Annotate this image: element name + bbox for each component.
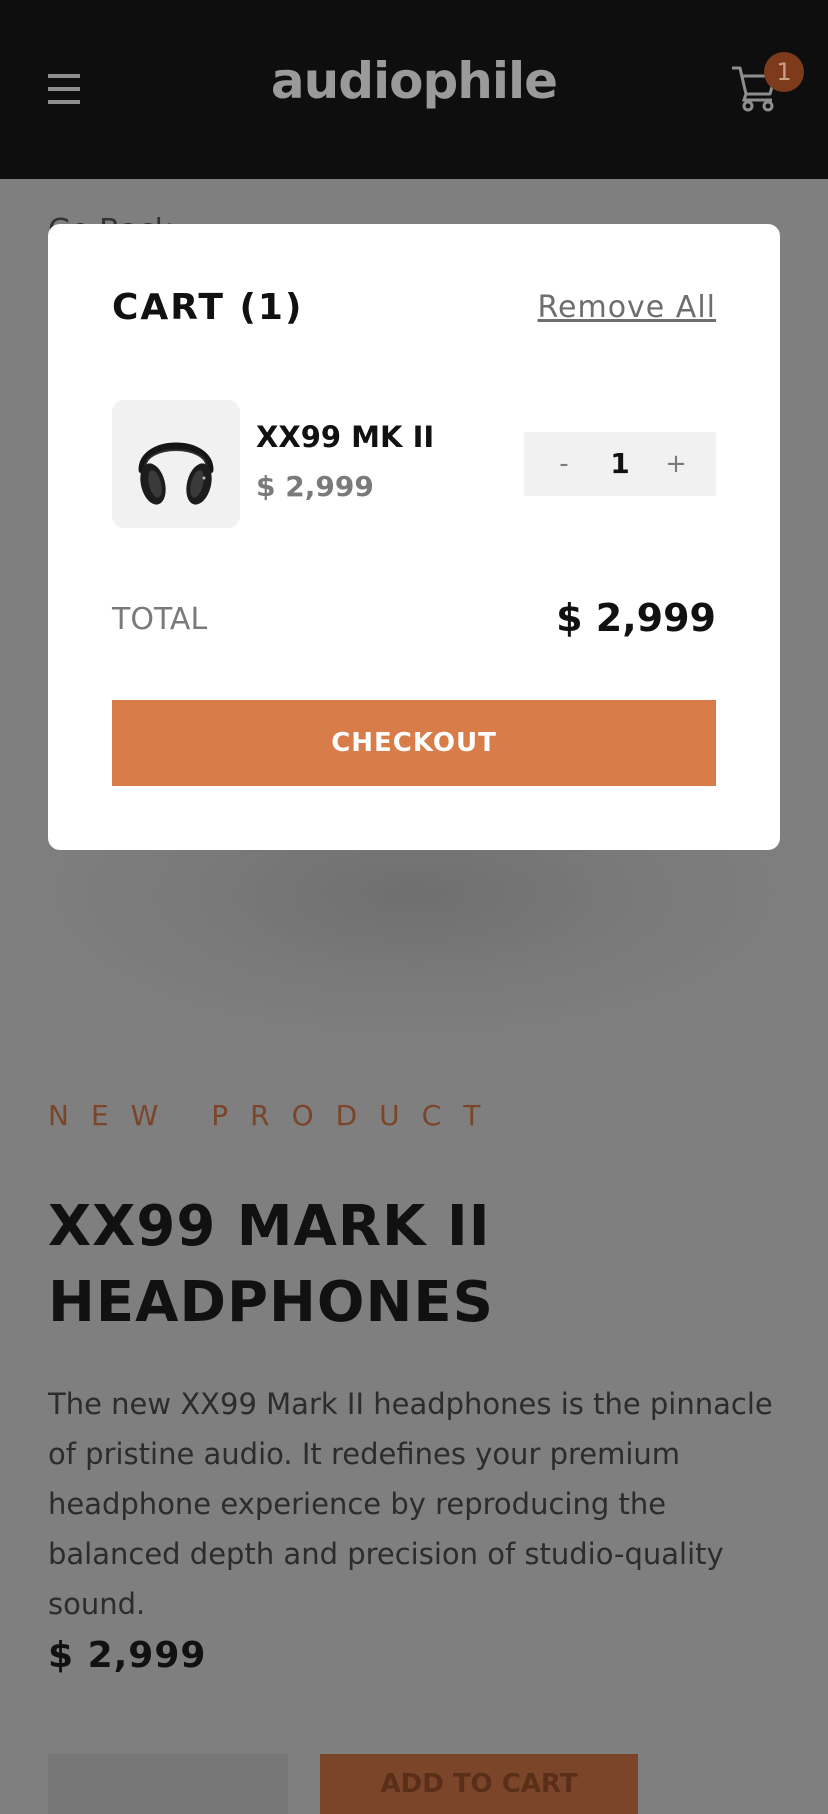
quantity-value: 1 [610, 447, 630, 480]
product-description: The new XX99 Mark II headphones is the p… [48, 1387, 773, 1621]
headphones-thumbnail [112, 400, 240, 528]
checkout-button[interactable]: CHECKOUT [112, 700, 716, 786]
product-title: XX99 MARK II HEADPHONES [48, 1194, 494, 1335]
quantity-stepper-main[interactable] [48, 1754, 288, 1814]
total-label: TOTAL [112, 602, 208, 637]
add-to-cart-button[interactable]: ADD TO CART [320, 1754, 638, 1814]
increment-button[interactable]: + [644, 432, 708, 496]
cart-item-name: XX99 MK II [256, 420, 435, 454]
product-price: $ 2,999 [48, 1635, 207, 1676]
logo[interactable]: audiophile [0, 52, 828, 110]
cart-modal: CART (1) Remove All XX99 MK II $ 2,999 -… [48, 224, 780, 850]
cart-title: CART (1) [112, 287, 304, 328]
cart-count-badge: 1 [764, 52, 804, 92]
quantity-stepper: - 1 + [524, 432, 716, 496]
new-product-overline: NEW PRODUCT [48, 1099, 503, 1132]
cart-item-price: $ 2,999 [256, 470, 374, 503]
site-header: audiophile 1 [0, 0, 828, 179]
decrement-button[interactable]: - [532, 432, 596, 496]
total-value: $ 2,999 [556, 596, 716, 640]
remove-all-button[interactable]: Remove All [538, 290, 716, 325]
